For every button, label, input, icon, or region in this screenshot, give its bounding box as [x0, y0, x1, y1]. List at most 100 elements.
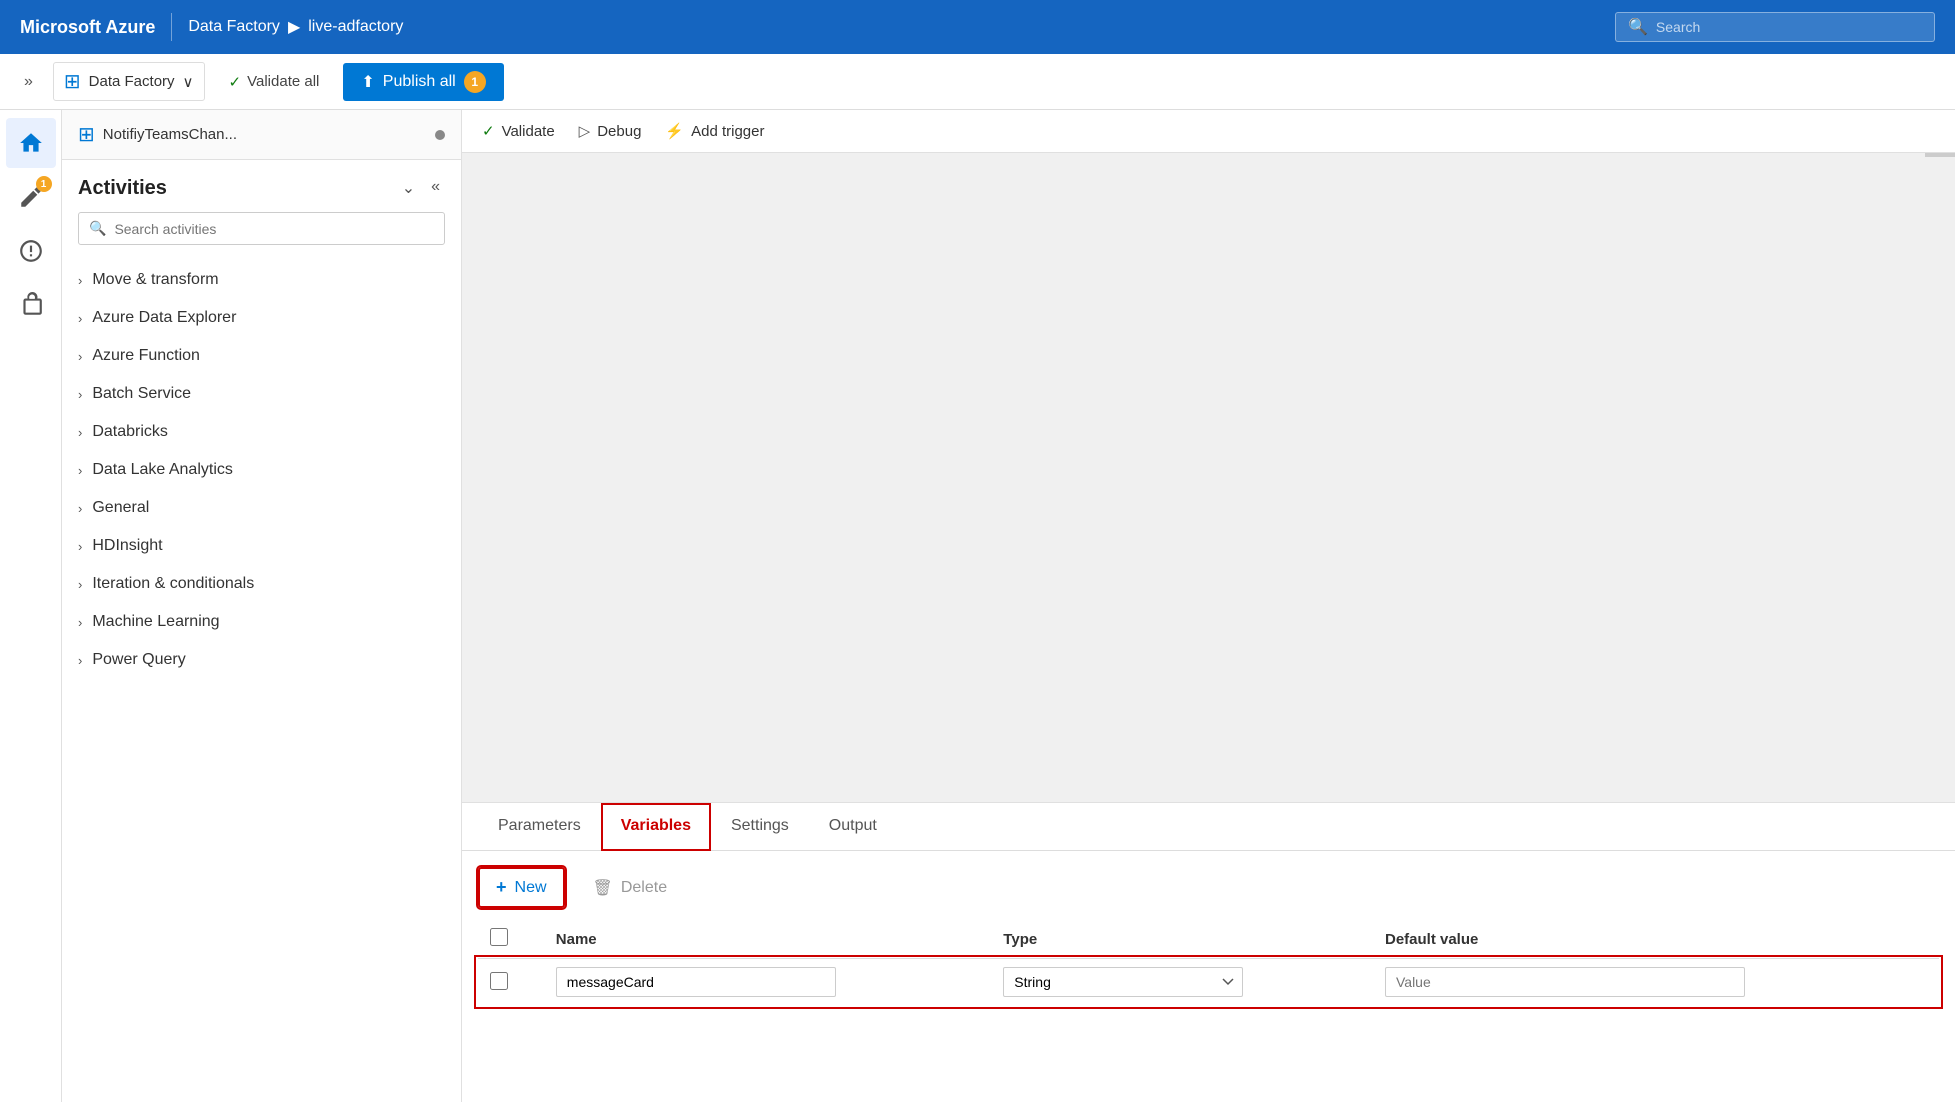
table-header: Name Type Default value	[478, 920, 1939, 959]
trash-icon: 🗑	[593, 878, 613, 898]
chevron-right-icon: ›	[78, 273, 82, 288]
activity-group-item[interactable]: ›Iteration & conditionals	[62, 565, 461, 603]
sidebar-item-home[interactable]	[6, 118, 56, 168]
search-icon: 🔍	[89, 220, 106, 237]
activity-group-item[interactable]: ›Databricks	[62, 413, 461, 451]
col-default-header: Default value	[1373, 920, 1939, 959]
factory-name-label: Data Factory	[89, 73, 175, 90]
publish-all-label: Publish all	[383, 73, 456, 91]
brand-name: Microsoft Azure	[20, 17, 155, 38]
tab-parameters[interactable]: Parameters	[478, 803, 601, 851]
activities-title-bar: Activities ⌄ «	[62, 160, 461, 208]
variables-table: Name Type Default value	[478, 920, 1939, 1005]
top-navigation: Microsoft Azure Data Factory ▶ live-adfa…	[0, 0, 1955, 54]
variable-type-select[interactable]: StringBooleanArray	[1003, 967, 1243, 997]
search-icon: 🔍	[1628, 17, 1648, 37]
variables-tbody: StringBooleanArray	[478, 959, 1939, 1006]
expand-icon[interactable]: »	[16, 69, 41, 95]
activity-group-item[interactable]: ›Machine Learning	[62, 603, 461, 641]
trigger-icon: ⚡	[665, 122, 684, 140]
activity-group-item[interactable]: ›Azure Data Explorer	[62, 299, 461, 337]
unsaved-indicator	[435, 130, 445, 140]
nav-data-factory-link[interactable]: Data Factory	[188, 18, 280, 36]
factory-chevron-icon: ∨	[183, 73, 194, 91]
delete-variable-button[interactable]: 🗑 Delete	[577, 870, 684, 906]
variables-actions: + New 🗑 Delete	[478, 867, 1939, 908]
validate-all-button[interactable]: ✓ Validate all	[217, 67, 332, 97]
factory-icon: ⊞	[64, 69, 81, 94]
pipeline-header: ⊞ NotifiyTeamsChan...	[62, 110, 461, 160]
chevron-right-icon: ›	[78, 539, 82, 554]
canvas-main[interactable]	[462, 153, 1955, 802]
main-toolbar: » ⊞ Data Factory ∨ ✓ Validate all ⬆ Publ…	[0, 54, 1955, 110]
activity-group-item[interactable]: ›Batch Service	[62, 375, 461, 413]
activities-list: ›Move & transform›Azure Data Explorer›Az…	[62, 257, 461, 1102]
activities-title: Activities	[78, 177, 167, 200]
add-trigger-button[interactable]: ⚡ Add trigger	[665, 122, 764, 140]
activity-group-item[interactable]: ›Data Lake Analytics	[62, 451, 461, 489]
collapse-down-icon[interactable]: ⌄	[397, 176, 420, 200]
variable-default-input[interactable]	[1385, 967, 1745, 997]
activity-group-item[interactable]: ›Move & transform	[62, 261, 461, 299]
table-row: StringBooleanArray	[478, 959, 1939, 1006]
chevron-right-icon: ›	[78, 349, 82, 364]
nav-path: Data Factory ▶ live-adfactory	[188, 17, 403, 37]
pipeline-name: NotifiyTeamsChan...	[103, 126, 427, 143]
trigger-label: Add trigger	[691, 123, 764, 140]
variables-content: + New 🗑 Delete Name	[462, 851, 1955, 1021]
tab-output[interactable]: Output	[809, 803, 897, 851]
briefcase-icon	[18, 292, 44, 318]
select-all-checkbox[interactable]	[490, 928, 508, 946]
minimize-bar[interactable]	[1925, 153, 1955, 157]
chevron-right-icon: ›	[78, 653, 82, 668]
chevron-right-icon: ›	[78, 615, 82, 630]
validate-button[interactable]: ✓ Validate	[482, 122, 555, 140]
activities-title-icons: ⌄ «	[397, 176, 445, 200]
pipeline-icon: ⊞	[78, 122, 95, 147]
validate-label: Validate	[502, 123, 555, 140]
publish-badge: 1	[464, 71, 486, 93]
edit-badge: 1	[36, 176, 52, 192]
row-checkbox[interactable]	[490, 972, 508, 990]
check-icon: ✓	[482, 122, 495, 140]
sidebar-item-briefcase[interactable]	[6, 280, 56, 330]
publish-all-button[interactable]: ⬆ Publish all 1	[343, 63, 503, 101]
publish-up-icon: ⬆	[361, 72, 374, 92]
main-layout: 1 ⊞ NotifiyTeamsChan... Activities ⌄ «	[0, 110, 1955, 1102]
activity-group-item[interactable]: ›HDInsight	[62, 527, 461, 565]
activities-search-box[interactable]: 🔍	[78, 212, 445, 245]
factory-selector[interactable]: ⊞ Data Factory ∨	[53, 62, 205, 101]
delete-label: Delete	[621, 879, 667, 897]
activity-group-item[interactable]: ›General	[62, 489, 461, 527]
nav-factory-instance: live-adfactory	[308, 18, 403, 36]
search-input[interactable]	[1656, 19, 1922, 35]
new-label: New	[515, 879, 547, 897]
new-variable-button[interactable]: + New	[478, 867, 565, 908]
chevron-right-icon: ›	[78, 387, 82, 402]
col-name-header: Name	[544, 920, 992, 959]
chevron-right-icon: ›	[78, 501, 82, 516]
tab-settings[interactable]: Settings	[711, 803, 809, 851]
activities-search-input[interactable]	[114, 221, 434, 237]
chevron-right-icon: ›	[78, 425, 82, 440]
canvas-toolbar: ✓ Validate ▷ Debug ⚡ Add trigger	[462, 110, 1955, 153]
activity-group-item[interactable]: ›Power Query	[62, 641, 461, 679]
collapse-left-icon[interactable]: «	[426, 176, 445, 200]
bottom-panel: ParametersVariablesSettingsOutput + New …	[462, 802, 1955, 1102]
bottom-tabs: ParametersVariablesSettingsOutput	[462, 803, 1955, 851]
validate-check-icon: ✓	[229, 73, 242, 91]
sidebar-item-monitor[interactable]	[6, 226, 56, 276]
debug-button[interactable]: ▷ Debug	[579, 122, 642, 140]
sidebar-item-edit[interactable]: 1	[6, 172, 56, 222]
variable-name-input[interactable]	[556, 967, 836, 997]
search-box[interactable]: 🔍	[1615, 12, 1935, 42]
tab-variables[interactable]: Variables	[601, 803, 711, 851]
chevron-right-icon: ›	[78, 311, 82, 326]
chevron-right-icon: ›	[78, 577, 82, 592]
chevron-right-icon: ›	[78, 463, 82, 478]
plus-icon: +	[496, 877, 507, 898]
debug-label: Debug	[597, 123, 641, 140]
play-icon: ▷	[579, 122, 591, 140]
icon-sidebar: 1	[0, 110, 62, 1102]
activity-group-item[interactable]: ›Azure Function	[62, 337, 461, 375]
